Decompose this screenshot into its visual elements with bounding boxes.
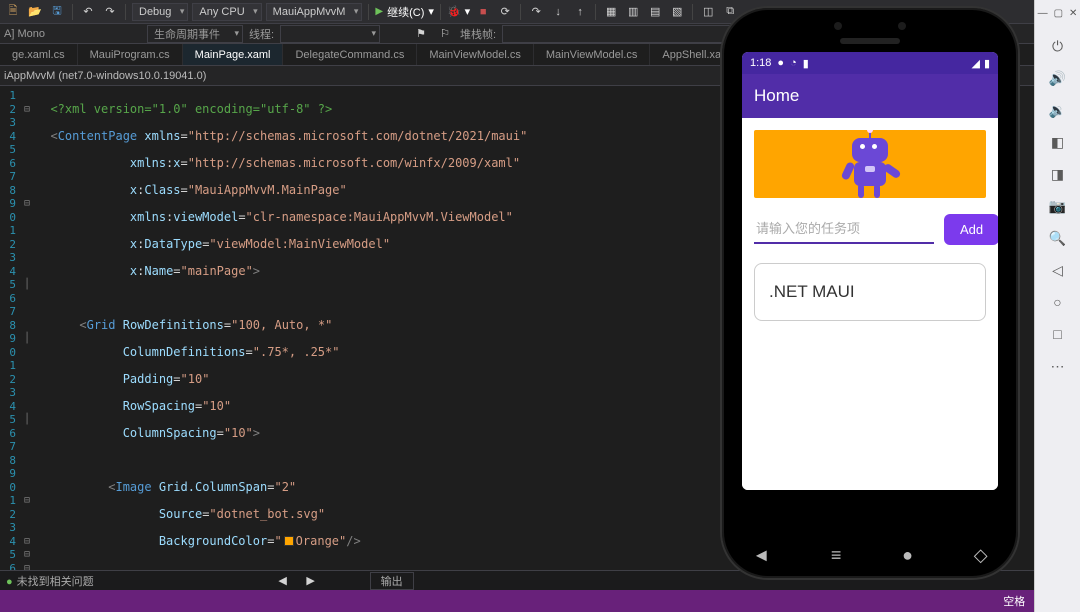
toolbar-separator (125, 4, 126, 20)
layout-icon-4[interactable]: ▧ (668, 3, 686, 21)
tree-icon[interactable]: ◫ (699, 3, 717, 21)
toolbar-separator (520, 4, 521, 20)
tab-file[interactable]: DelegateCommand.cs (283, 44, 417, 65)
zoom-icon[interactable]: 🔍 (1046, 227, 1070, 249)
status-bar: 空格 CRLF (0, 590, 1080, 612)
save-all-icon[interactable]: 🖫 (48, 3, 66, 21)
stack-label: 堆栈帧: (460, 26, 496, 42)
stop-icon[interactable]: ■ (474, 3, 492, 21)
app-title: Home (754, 86, 799, 106)
home-icon[interactable]: ○ (1046, 291, 1070, 313)
continue-button[interactable]: 继续(C) ▾ (375, 4, 434, 20)
step-over-icon[interactable]: ↷ (527, 3, 545, 21)
line-gutter: 1234 5678 9012 3456 7890 1234 5678 9012 … (0, 86, 22, 580)
volume-up-icon[interactable]: 🔊 (1046, 67, 1070, 89)
phone-speaker (840, 38, 900, 44)
more-icon[interactable]: ⋯ (1046, 355, 1070, 377)
status-dot-icon: ● (777, 57, 784, 69)
platform-dropdown[interactable]: Any CPU (192, 3, 261, 21)
clock-label: 1:18 (750, 57, 771, 69)
toolbar-separator (595, 4, 596, 20)
app-bar: Home (742, 74, 998, 118)
rotate-left-icon[interactable]: ◧ (1046, 131, 1070, 153)
close-icon[interactable]: ✕ (1069, 8, 1077, 19)
rotate-right-icon[interactable]: ◨ (1046, 163, 1070, 185)
power-icon[interactable]: ⏻ (1046, 35, 1070, 57)
volume-down-icon[interactable]: 🔉 (1046, 99, 1070, 121)
nav-menu-icon[interactable]: ≡ (831, 545, 842, 566)
restart-icon[interactable]: ⟳ (496, 3, 514, 21)
code-content[interactable]: <?xml version="1.0" encoding="utf-8" ?> … (32, 86, 527, 580)
toolbar-separator (440, 4, 441, 20)
tab-file[interactable]: MainViewModel.cs (417, 44, 534, 65)
status-card-icon: ▮ (803, 57, 809, 70)
no-issues-label[interactable]: 未找到相关问题 (6, 573, 94, 589)
color-swatch-icon (284, 536, 294, 546)
phone-emulator: 1:18 ● ◔ ▮ ◢ ▮ Home (720, 6, 1020, 580)
undo-icon[interactable]: ↶ (79, 3, 97, 21)
add-button[interactable]: Add (944, 214, 998, 245)
maximize-icon[interactable]: ▢ (1054, 8, 1063, 19)
list-item[interactable]: .NET MAUI (754, 263, 986, 321)
dotnet-bot-icon (842, 134, 898, 198)
layout-icon-2[interactable]: ▥ (624, 3, 642, 21)
project-dropdown[interactable]: MauiAppMvvM (266, 3, 363, 21)
app-body: Add .NET MAUI (742, 118, 998, 490)
nav-back-icon[interactable]: ◄ (752, 545, 770, 566)
flag-icon[interactable]: ⚑ (412, 25, 430, 43)
wifi-icon: ◢ (971, 57, 979, 70)
continue-label: 继续(C) (387, 4, 424, 20)
status-globe-icon: ◔ (790, 57, 797, 69)
thread-label: 线程: (249, 26, 274, 42)
mono-label: A] Mono (4, 28, 45, 40)
nav-recent-icon[interactable]: ◇ (974, 545, 988, 566)
tab-file-active[interactable]: MainPage.xaml (183, 44, 284, 65)
camera-icon[interactable]: 📷 (1046, 195, 1070, 217)
thread-dropdown[interactable] (280, 25, 380, 43)
toolbar-separator (368, 4, 369, 20)
emulator-tool-panel: — ▢ ✕ ⏻ 🔊 🔉 ◧ ◨ 📷 🔍 ◁ ○ □ ⋯ (1034, 0, 1080, 612)
lifecycle-label: 生命周期事件 (154, 26, 220, 42)
redo-icon[interactable]: ↷ (101, 3, 119, 21)
phone-screen[interactable]: 1:18 ● ◔ ▮ ◢ ▮ Home (742, 52, 998, 490)
minimize-icon[interactable]: — (1038, 8, 1048, 19)
layout-icon-3[interactable]: ▤ (646, 3, 664, 21)
save-icon[interactable]: 🗎 (4, 3, 22, 21)
status-spaces[interactable]: 空格 (1003, 593, 1025, 609)
toolbar-separator (692, 4, 693, 20)
open-icon[interactable]: 📂 (26, 3, 44, 21)
project-context-label: iAppMvvM (net7.0-windows10.0.19041.0) (4, 70, 206, 82)
nav-home-icon[interactable]: ● (902, 545, 913, 566)
tab-file[interactable]: MainViewModel.cs (534, 44, 651, 65)
hero-image (754, 130, 986, 198)
output-tab[interactable]: 输出 (370, 572, 414, 590)
problem-nav-next[interactable]: ▶ (302, 572, 320, 590)
layout-icon[interactable]: ▦ (602, 3, 620, 21)
android-status-bar: 1:18 ● ◔ ▮ ◢ ▮ (742, 52, 998, 74)
overview-icon[interactable]: □ (1046, 323, 1070, 345)
signal-icon: ▮ (984, 57, 990, 70)
task-input[interactable] (754, 215, 934, 244)
problem-nav-prev[interactable]: ◀ (274, 572, 292, 590)
step-into-icon[interactable]: ↓ (549, 3, 567, 21)
config-dropdown[interactable]: Debug (132, 3, 188, 21)
tab-file[interactable]: ge.xaml.cs (0, 44, 78, 65)
project-context[interactable]: iAppMvvM (net7.0-windows10.0.19041.0) (4, 70, 206, 82)
toolbar-separator (72, 4, 73, 20)
phone-nav-buttons: ◄ ≡ ● ◇ (722, 545, 1018, 566)
step-out-icon[interactable]: ↑ (571, 3, 589, 21)
hot-reload-button[interactable]: ▾ (447, 5, 470, 18)
flag2-icon[interactable]: ⚐ (436, 25, 454, 43)
back-icon[interactable]: ◁ (1046, 259, 1070, 281)
tab-file[interactable]: MauiProgram.cs (78, 44, 183, 65)
lifecycle-dropdown[interactable]: 生命周期事件 (147, 25, 243, 43)
fold-column: ⊟ ⊟ │ │ │ ⊟⊟⊟⊟ (22, 86, 32, 580)
